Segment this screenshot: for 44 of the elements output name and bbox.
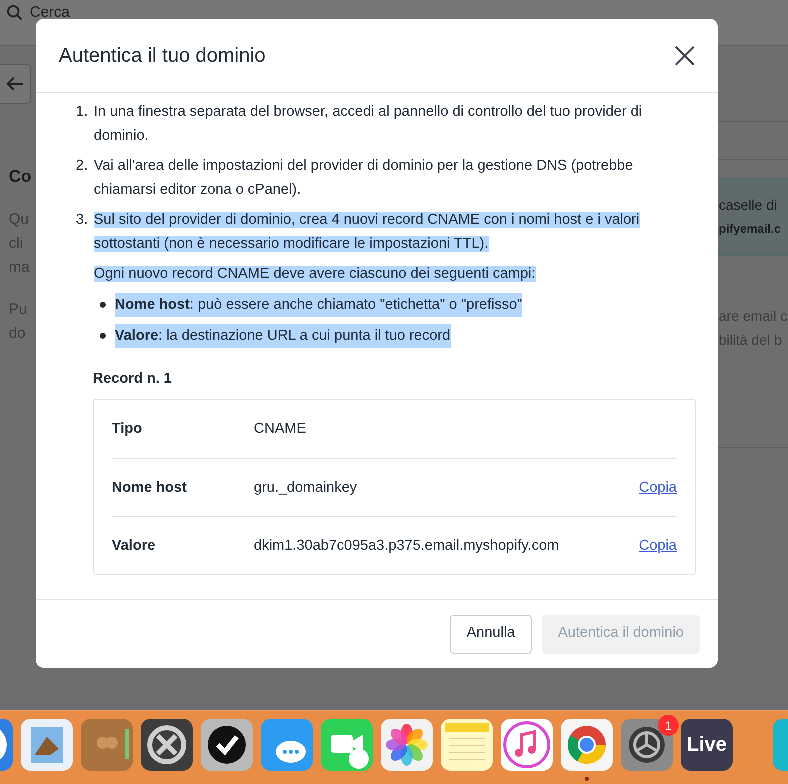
field-value: gru._domainkey [254,478,358,498]
field-label: Nome host [112,478,188,498]
flower-app-icon[interactable] [381,719,433,771]
copy-link[interactable]: Copia [639,476,677,500]
chat-app-icon[interactable] [261,719,313,771]
copy-link[interactable]: Copia [639,534,677,558]
field-label: Tipo [112,420,144,439]
bullet-icon [100,302,106,308]
music-app-icon[interactable] [501,719,553,771]
step-number: 2. [76,157,90,176]
step-number: 1. [76,103,90,122]
dialog-title: Autentica il tuo dominio [59,44,266,68]
dialog-button[interactable]: Annulla [450,614,532,654]
cross-app-icon[interactable] [141,719,193,771]
notice-text: pifyemail.c [719,221,782,238]
field-label: Valore [112,536,157,556]
step-number: 3. [76,211,90,230]
search-icon [6,4,24,22]
bullet-icon [100,333,106,339]
step-text: Sul sito del provider di dominio, crea 4 nuovi record CNAME con i nomi host e i valori sottostanti (non è necessario modificare le impostazioni TTL). [94,211,641,254]
bullet-text: Nome host: può essere anche chiamato "etichetta" o "prefisso" [115,293,522,317]
search-field[interactable]: Cerca [30,4,70,22]
app-tile[interactable]: Live [681,719,733,771]
check-app-icon[interactable] [201,719,253,771]
field-value: dkim1.30ab7c095a3.p375.email.myshopify.com [254,536,560,556]
notice-text: caselle di [719,196,778,215]
book-app-icon[interactable] [81,719,133,771]
gear-app-icon[interactable] [621,719,673,771]
step-note: Ogni nuovo record CNAME deve avere ciascuno dei seguenti campi: [94,265,537,284]
back-arrow-icon [6,76,24,92]
section-heading: Co [9,166,33,188]
notification-badge: 1 [658,715,679,736]
step-text: In una finestra separata del browser, accedi al pannello di controllo del tuo provider di dominio. [94,103,644,146]
record-title: Record n. 1 [93,370,173,389]
browser-app-icon[interactable] [561,719,613,771]
stamp-app-icon[interactable] [21,719,73,771]
back-button[interactable] [0,64,31,104]
video-app-icon[interactable] [321,719,373,771]
field-value: CNAME [254,420,308,439]
bullet-text: Valore: la destinazione URL a cui punta il tuo record [115,324,451,348]
step-text: Vai all'area delle impostazioni del provider di dominio per la gestione DNS (potrebbe chiamarsi editor zona o cPanel). [94,157,634,200]
close-button[interactable] [673,44,697,68]
notepad-app-icon[interactable] [441,719,493,771]
close-icon [675,46,695,66]
